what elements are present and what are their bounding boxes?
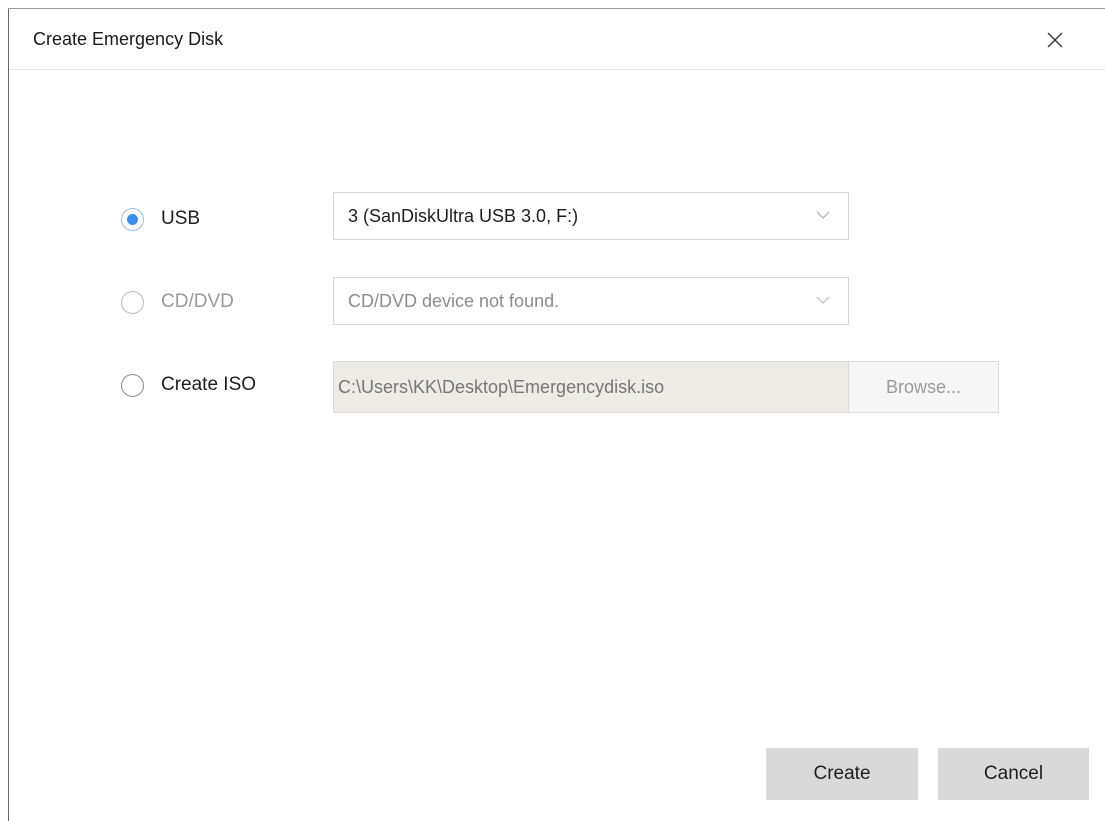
usb-option[interactable]: USB bbox=[121, 204, 200, 234]
create-emergency-disk-dialog: Create Emergency Disk USB 3 (SanDiskUltr… bbox=[0, 0, 1105, 821]
title-bar: Create Emergency Disk bbox=[9, 9, 1105, 70]
usb-device-value: 3 (SanDiskUltra USB 3.0, F:) bbox=[348, 206, 579, 226]
create-iso-radio[interactable] bbox=[121, 373, 144, 397]
dialog-title: Create Emergency Disk bbox=[33, 29, 224, 49]
iso-path-field[interactable]: C:\Users\KK\Desktop\Emergencydisk.iso bbox=[333, 361, 849, 413]
browse-button[interactable]: Browse... bbox=[848, 361, 999, 413]
cddvd-option[interactable]: CD/DVD bbox=[121, 287, 234, 317]
chevron-down-icon bbox=[816, 296, 830, 304]
cddvd-label: CD/DVD bbox=[161, 291, 234, 312]
cddvd-device-value: CD/DVD device not found. bbox=[348, 291, 560, 311]
usb-device-select[interactable]: 3 (SanDiskUltra USB 3.0, F:) bbox=[333, 192, 849, 240]
cancel-button[interactable]: Cancel bbox=[938, 748, 1089, 800]
cddvd-device-select[interactable]: CD/DVD device not found. bbox=[333, 277, 849, 325]
chevron-down-icon bbox=[816, 211, 830, 219]
close-icon bbox=[1047, 32, 1063, 48]
window-left-edge bbox=[8, 8, 9, 821]
create-button[interactable]: Create bbox=[766, 748, 918, 800]
create-iso-option[interactable]: Create ISO bbox=[121, 370, 256, 400]
cddvd-radio[interactable] bbox=[121, 290, 144, 314]
iso-path-value: C:\Users\KK\Desktop\Emergencydisk.iso bbox=[338, 377, 665, 397]
close-button[interactable] bbox=[1036, 21, 1074, 59]
create-iso-label: Create ISO bbox=[161, 374, 257, 395]
usb-radio[interactable] bbox=[121, 207, 144, 231]
usb-label: USB bbox=[161, 208, 201, 229]
